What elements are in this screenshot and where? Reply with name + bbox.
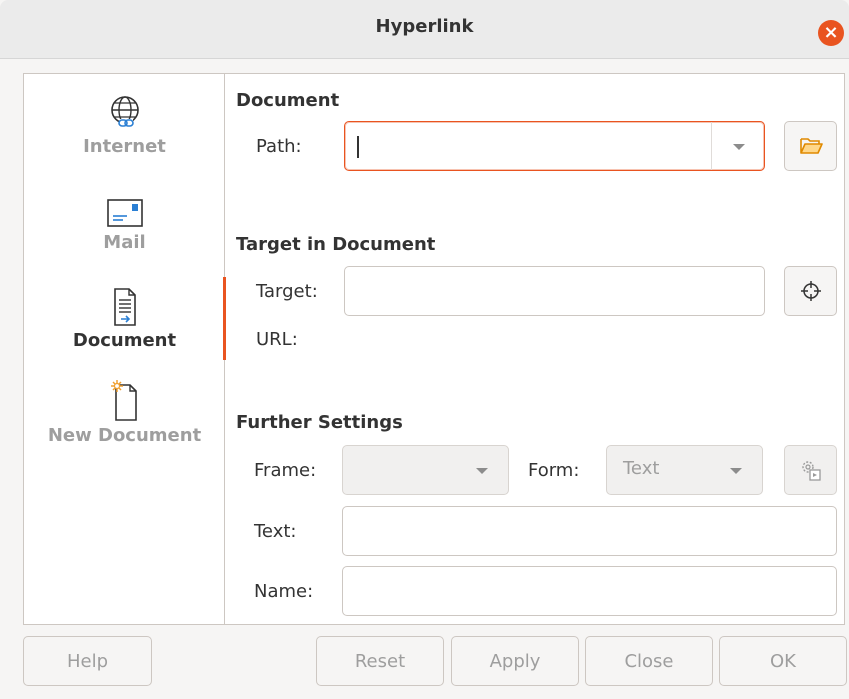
sidebar-item-label: New Document [47,425,202,446]
dropdown-separator [711,122,712,170]
chevron-down-icon[interactable] [733,144,745,150]
path-label: Path: [256,136,302,157]
chevron-down-icon [730,468,742,474]
apply-button[interactable]: Apply [451,636,579,686]
sidebar-item-new-document[interactable]: New Document [24,379,225,446]
text-caret [357,136,359,158]
target-field[interactable] [344,266,765,316]
section-title-further-settings: Further Settings [236,412,403,433]
envelope-icon [106,199,143,227]
window-close-button[interactable]: × [818,20,844,46]
events-button[interactable] [784,445,837,495]
form-label: Form: [528,460,580,481]
gear-document-icon [801,461,821,481]
sidebar-item-document[interactable]: Document [24,286,225,351]
globe-link-icon [110,96,139,128]
frame-combobox[interactable] [342,445,509,495]
frame-label: Frame: [254,460,317,481]
text-label: Text: [254,521,297,542]
section-title-target: Target in Document [236,234,436,255]
sidebar: Internet Mail Document New Document [24,74,225,624]
text-field[interactable] [342,506,837,556]
target-label: Target: [256,281,318,302]
url-label: URL: [256,329,298,350]
name-field[interactable] [342,566,837,616]
name-label: Name: [254,581,314,602]
document-panel: Document Path: Target in Document Target… [226,74,844,624]
form-combobox[interactable]: Text [606,445,763,495]
dialog-frame: Internet Mail Document New Document Docu… [23,73,845,625]
crosshair-icon [800,281,821,301]
title-bar: Hyperlink × [0,0,849,59]
window-title: Hyperlink [375,16,474,37]
open-file-button[interactable] [784,121,837,171]
document-icon [113,288,136,326]
section-title-document: Document [236,90,340,111]
reset-button[interactable]: Reset [316,636,444,686]
chevron-down-icon [476,468,488,474]
path-combobox[interactable] [344,121,765,171]
form-value: Text [623,458,660,479]
close-button[interactable]: Close [585,636,713,686]
sidebar-item-label: Document [72,330,177,351]
folder-open-icon [799,138,823,154]
target-navigator-button[interactable] [784,266,837,316]
sidebar-item-mail[interactable]: Mail [24,196,225,253]
sidebar-item-internet[interactable]: Internet [24,94,225,157]
sidebar-item-label: Mail [103,232,146,253]
new-document-icon [110,380,137,421]
help-button[interactable]: Help [23,636,152,686]
sidebar-item-label: Internet [83,136,166,157]
ok-button[interactable]: OK [719,636,847,686]
